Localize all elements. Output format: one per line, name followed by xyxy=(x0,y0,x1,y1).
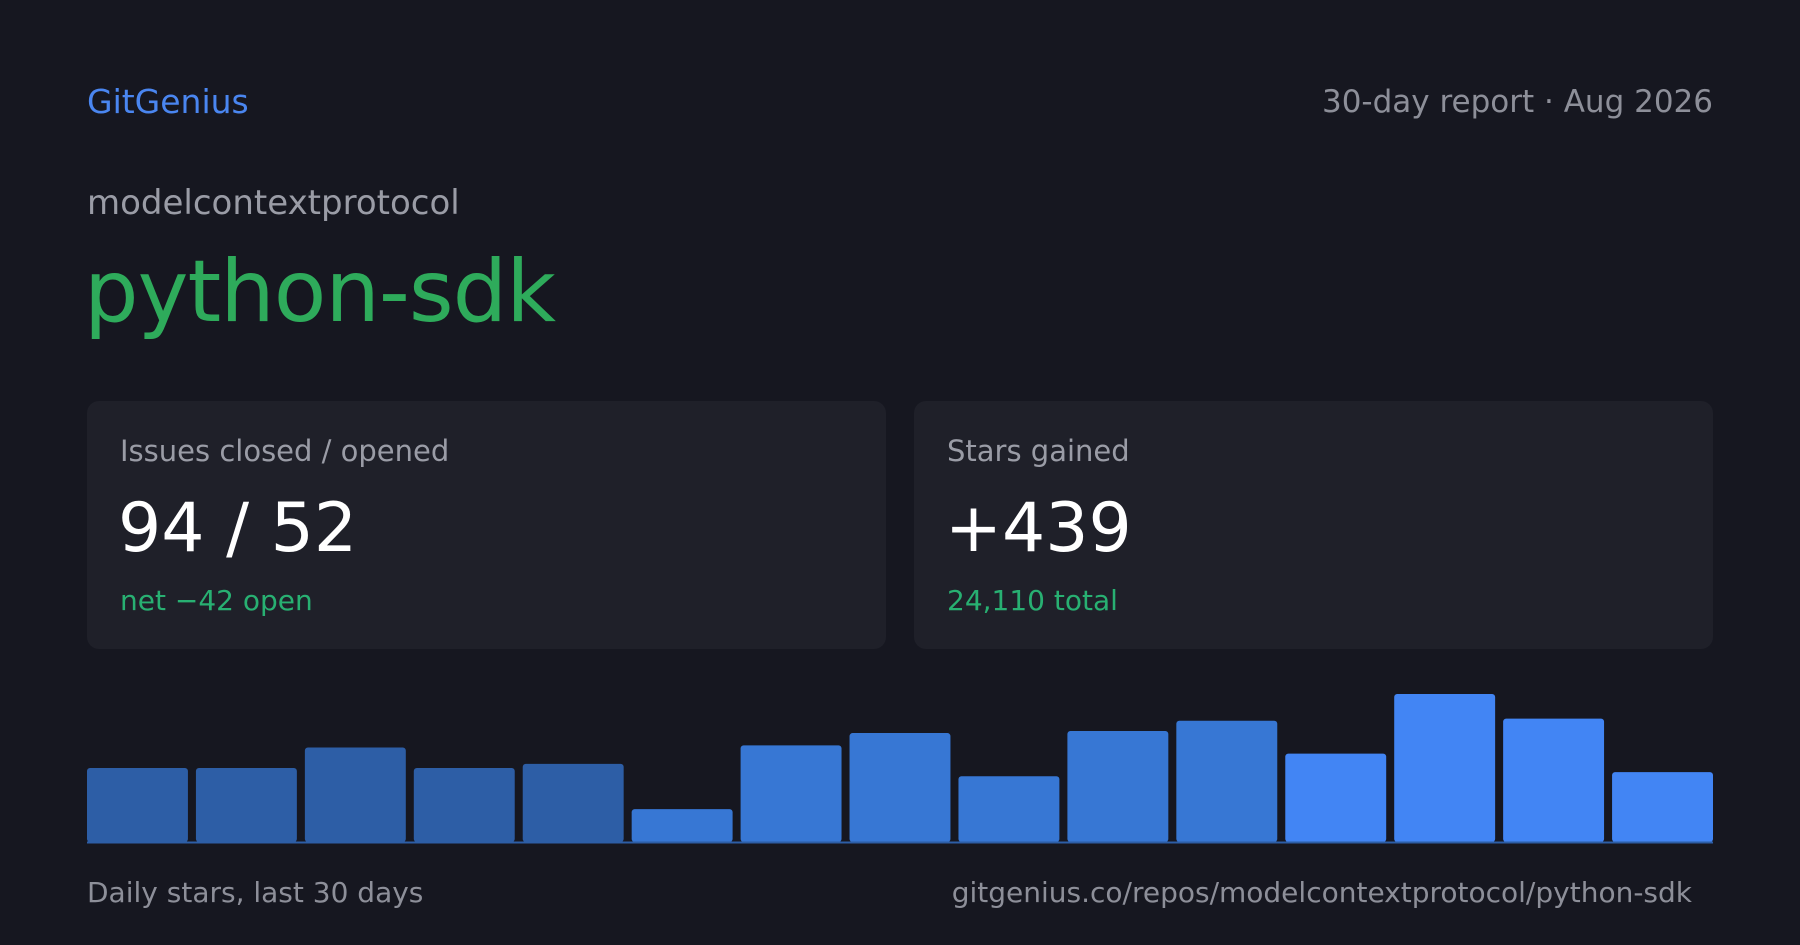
stars-value: +439 xyxy=(945,489,1132,568)
bar-10 xyxy=(1067,731,1169,842)
bar-3 xyxy=(304,747,406,842)
chart-caption: Daily stars, last 30 days xyxy=(87,876,424,909)
bar-5 xyxy=(522,763,624,842)
bar-9 xyxy=(958,776,1060,842)
issues-card: Issues closed / opened 94 / 52 net −42 o… xyxy=(87,401,886,649)
bar-11 xyxy=(1176,720,1278,842)
repo-name: python-sdk xyxy=(84,242,556,342)
report-card: GitGenius 30-day report · Aug 2026 model… xyxy=(0,0,1800,945)
bar-15 xyxy=(1612,772,1713,842)
stars-card: Stars gained +439 24,110 total xyxy=(914,401,1713,649)
bar-12 xyxy=(1285,753,1387,842)
bar-2 xyxy=(195,768,297,842)
bar-7 xyxy=(740,745,842,842)
stars-label: Stars gained xyxy=(947,434,1130,468)
bar-6 xyxy=(631,809,733,842)
issues-net: net −42 open xyxy=(120,584,313,617)
issues-label: Issues closed / opened xyxy=(120,434,450,468)
bar-8 xyxy=(849,733,951,842)
brand-logo[interactable]: GitGenius xyxy=(87,78,249,126)
repo-owner: modelcontextprotocol xyxy=(87,183,460,223)
report-period: 30-day report · Aug 2026 xyxy=(1321,84,1713,120)
issues-value: 94 / 52 xyxy=(118,489,358,568)
daily-stars-chart xyxy=(87,690,1713,845)
bar-13 xyxy=(1394,694,1496,842)
stars-total: 24,110 total xyxy=(947,584,1118,617)
bar-14 xyxy=(1503,718,1605,842)
bar-1 xyxy=(87,768,188,842)
repo-url[interactable]: gitgenius.co/repos/modelcontextprotocol/… xyxy=(952,872,1692,914)
daily-stars-svg xyxy=(87,694,1713,844)
bar-4 xyxy=(413,768,515,842)
